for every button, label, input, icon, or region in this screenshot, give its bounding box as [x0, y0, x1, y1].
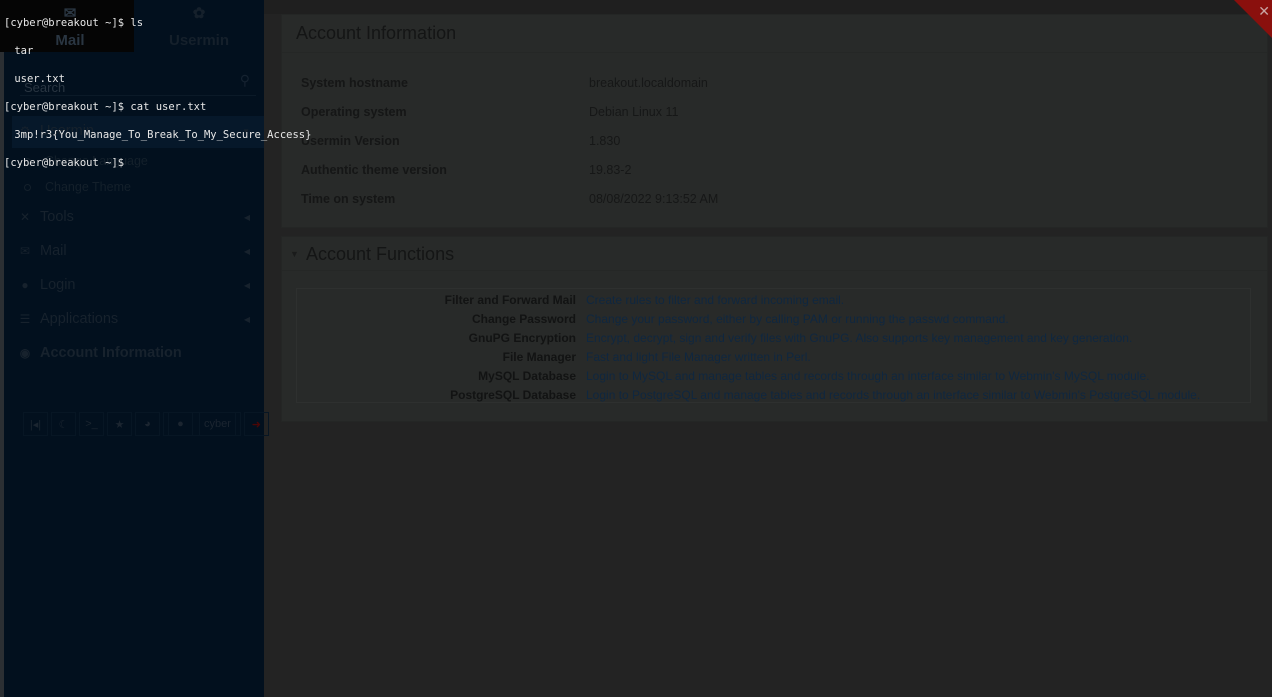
server-icon: ☰: [19, 312, 31, 326]
terminal-line: [cyber@breakout ~]$: [4, 157, 125, 169]
panel-title: Account Functions: [306, 244, 455, 264]
info-value: 08/08/2022 9:13:52 AM: [589, 192, 719, 206]
sidebar-item-login[interactable]: ● Login ◀: [18, 277, 250, 293]
info-label: Time on system: [301, 192, 396, 206]
function-link[interactable]: Login to MySQL and manage tables and rec…: [586, 369, 1149, 383]
functions-table: Filter and Forward Mail Create rules to f…: [296, 288, 1251, 403]
function-label: GnuPG Encryption: [468, 331, 576, 345]
function-label: MySQL Database: [478, 369, 576, 383]
sidebar-bottom-toolbar: |◂| ☾ >_ ★ ◕ ● cyber ➜: [23, 412, 269, 436]
tools-icon: ✕: [19, 210, 31, 224]
function-link[interactable]: Create rules to filter and forward incom…: [586, 293, 844, 307]
collapse-sidebar-button[interactable]: |◂|: [23, 412, 48, 436]
star-icon[interactable]: ★: [107, 412, 132, 436]
info-label: Usermin Version: [301, 134, 400, 148]
info-label: Operating system: [301, 105, 407, 119]
function-link[interactable]: Login to PostgreSQL and manage tables an…: [586, 388, 1200, 402]
info-value: breakout.localdomain: [589, 76, 708, 90]
caret-down-icon: ▼: [290, 249, 299, 259]
caret-left-icon: ◀: [243, 280, 250, 290]
user-circle-icon: ◉: [19, 346, 31, 360]
sidebar-item-tools[interactable]: ✕ Tools ◀: [18, 209, 250, 225]
info-value: Debian Linux 11: [589, 105, 679, 119]
caret-left-icon: ◀: [243, 212, 250, 222]
panel-header[interactable]: ▼ Account Functions: [282, 237, 1267, 271]
user-icon: ●: [21, 278, 29, 292]
terminal-line: [cyber@breakout ~]$ cat user.txt: [4, 101, 207, 113]
user-icon: ●: [168, 412, 193, 436]
sidebar-item-mail[interactable]: ✉ Mail ◀: [18, 243, 250, 259]
function-label: Filter and Forward Mail: [444, 293, 576, 307]
sidebar-item-account-information[interactable]: ◉ Account Information: [18, 345, 250, 361]
sidebar-item-applications[interactable]: ☰ Applications ◀: [18, 311, 250, 327]
terminal-icon[interactable]: >_: [79, 412, 104, 436]
top-bar: [264, 0, 1272, 14]
account-information-panel: Account Information System hostname break…: [281, 14, 1268, 228]
envelope-icon: ✉: [19, 244, 31, 258]
function-link[interactable]: Fast and light File Manager written in P…: [586, 350, 811, 364]
info-label: System hostname: [301, 76, 408, 90]
terminal-line: 3mp!r3{You_Manage_To_Break_To_My_Secure_…: [8, 129, 312, 141]
caret-left-icon: ◀: [243, 246, 250, 256]
account-functions-panel: ▼ Account Functions Filter and Forward Ma…: [281, 236, 1268, 422]
panel-title: Account Information: [282, 15, 1267, 53]
logout-icon[interactable]: ➜: [243, 412, 269, 436]
function-link[interactable]: Encrypt, decrypt, sign and verify files …: [586, 331, 1132, 345]
function-link[interactable]: Change your password, either by calling …: [586, 312, 1009, 326]
function-label: Change Password: [471, 312, 576, 326]
moon-icon[interactable]: ☾: [51, 412, 76, 436]
tab-mail[interactable]: ✉ Mail: [44, 4, 96, 49]
info-label: Authentic theme version: [301, 163, 447, 177]
function-label: PostgreSQL Database: [450, 388, 576, 402]
search-placeholder: Search: [24, 80, 66, 95]
info-value: 19.83-2: [589, 163, 632, 177]
close-icon[interactable]: ✕: [1258, 3, 1270, 20]
function-label: File Manager: [502, 350, 576, 364]
caret-left-icon: ◀: [243, 314, 250, 324]
user-button[interactable]: ● cyber: [163, 412, 241, 436]
envelope-icon: ✉: [63, 5, 77, 22]
info-value: 1.830: [589, 134, 621, 148]
palette-icon[interactable]: ◕: [135, 412, 160, 436]
